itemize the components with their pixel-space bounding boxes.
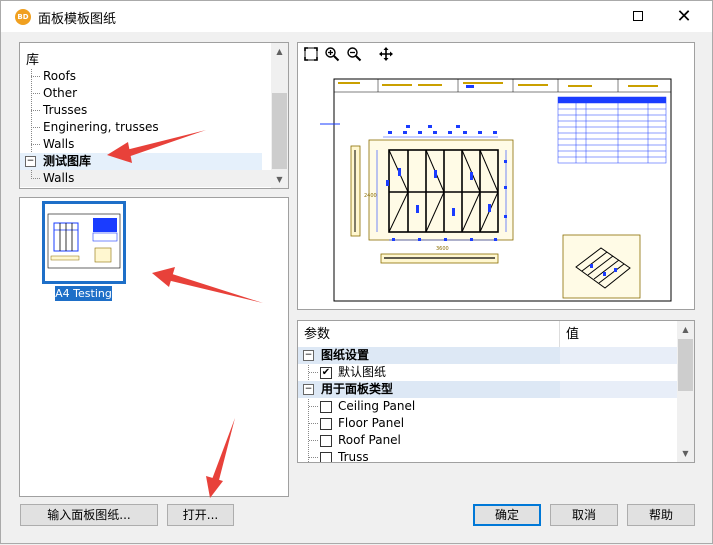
- scroll-up-icon[interactable]: ▲: [271, 43, 288, 60]
- tree-item-enginering-trusses[interactable]: Enginering, trusses: [20, 119, 272, 136]
- roof-panel-checkbox[interactable]: [320, 435, 332, 447]
- parameters-grid[interactable]: 参数 值 − 图纸设置 ✔ 默认图纸 − 用于面板类型 Ceiling Pane…: [297, 320, 695, 463]
- ok-button[interactable]: 确定: [473, 504, 541, 526]
- param-category-label: 用于面板类型: [321, 382, 394, 396]
- collapse-icon[interactable]: −: [25, 156, 36, 167]
- tree-branch: [31, 144, 40, 145]
- tree-item-label: Enginering, trusses: [43, 120, 159, 134]
- scroll-thumb[interactable]: [678, 339, 693, 391]
- tree-item-walls[interactable]: Walls: [20, 136, 272, 153]
- help-button[interactable]: 帮助: [627, 504, 695, 526]
- param-row-floor-panel[interactable]: Floor Panel: [298, 415, 678, 432]
- drawing-thumbnail-image: [47, 213, 121, 269]
- tree-branch: [31, 93, 40, 94]
- param-category-label: 图纸设置: [321, 348, 370, 362]
- title-bar: BD 面板模板图纸 ✕: [1, 1, 712, 32]
- import-drawing-button[interactable]: 输入面板图纸...: [20, 504, 158, 526]
- pan-icon[interactable]: [377, 46, 395, 64]
- tree-item-roofs[interactable]: Roofs: [20, 68, 272, 85]
- truss-checkbox[interactable]: [320, 452, 332, 462]
- param-row-default-sheet[interactable]: ✔ 默认图纸: [298, 364, 678, 381]
- tree-branch: [31, 127, 40, 128]
- tree-branch: [309, 423, 318, 424]
- template-thumbnail[interactable]: [42, 201, 126, 284]
- scroll-down-icon[interactable]: ▼: [677, 445, 694, 462]
- tree-item-label: Walls: [43, 171, 75, 185]
- param-row-ceiling-panel[interactable]: Ceiling Panel: [298, 398, 678, 415]
- value-column-header: 值: [560, 321, 678, 348]
- param-label: Truss: [338, 450, 369, 463]
- library-header: 库: [26, 53, 40, 68]
- tree-branch: [309, 457, 318, 458]
- scroll-up-icon[interactable]: ▲: [677, 321, 694, 338]
- tree-branch: [309, 372, 318, 373]
- zoom-out-icon[interactable]: [345, 46, 363, 64]
- tree-item-label: Other: [43, 86, 78, 100]
- param-label: Roof Panel: [338, 433, 401, 447]
- app-icon: BD: [15, 9, 31, 25]
- template-thumbnail-label[interactable]: A4 Testing: [55, 286, 112, 301]
- drawing-preview[interactable]: 2400 3600: [297, 42, 695, 310]
- library-scrollbar[interactable]: ▲ ▼: [271, 43, 288, 188]
- ceiling-panel-checkbox[interactable]: [320, 401, 332, 413]
- tree-item-other[interactable]: Other: [20, 85, 272, 102]
- maximize-icon: [633, 11, 643, 21]
- param-row-truss[interactable]: Truss: [298, 449, 678, 463]
- param-label: 默认图纸: [338, 365, 387, 379]
- scroll-thumb[interactable]: [272, 93, 287, 169]
- param-category-panel-types[interactable]: − 用于面板类型: [298, 381, 678, 398]
- param-label: Ceiling Panel: [338, 399, 416, 413]
- bottom-dimension-label: 3600: [436, 246, 449, 252]
- maximize-button[interactable]: [615, 1, 661, 32]
- params-scrollbar[interactable]: ▲ ▼: [677, 321, 694, 462]
- cancel-button[interactable]: 取消: [550, 504, 618, 526]
- param-label: Floor Panel: [338, 416, 405, 430]
- tree-item-walls-child[interactable]: Walls: [20, 170, 272, 187]
- fit-icon[interactable]: [302, 46, 320, 64]
- template-drawings-window: BD 面板模板图纸 ✕ 库 Roofs Other Trusses Engine…: [0, 0, 713, 544]
- tree-item-trusses[interactable]: Trusses: [20, 102, 272, 119]
- tree-branch: [31, 178, 40, 179]
- zoom-in-icon[interactable]: [323, 46, 341, 64]
- template-thumbnails[interactable]: A4 Testing: [19, 197, 289, 497]
- left-dimension-label: 2400: [364, 193, 377, 199]
- tree-item-label: Trusses: [43, 103, 88, 117]
- open-button[interactable]: 打开...: [167, 504, 234, 526]
- collapse-icon[interactable]: −: [303, 350, 314, 361]
- param-column-header: 参数: [298, 321, 560, 348]
- tree-branch: [31, 110, 40, 111]
- tree-item-label: Walls: [43, 137, 75, 151]
- param-row-roof-panel[interactable]: Roof Panel: [298, 432, 678, 449]
- library-tree[interactable]: 库 Roofs Other Trusses Enginering, trusse…: [19, 42, 289, 189]
- drawing-sheet: 2400 3600: [320, 78, 672, 302]
- tree-item-test-library[interactable]: − 测试图库: [20, 153, 262, 170]
- tree-item-label: Roofs: [43, 69, 76, 83]
- tree-branch: [31, 76, 40, 77]
- collapse-icon[interactable]: −: [303, 384, 314, 395]
- tree-branch: [309, 440, 318, 441]
- param-category-sheet-settings[interactable]: − 图纸设置: [298, 347, 678, 364]
- close-button[interactable]: ✕: [661, 1, 707, 32]
- window-title: 面板模板图纸: [38, 12, 117, 27]
- scroll-down-icon[interactable]: ▼: [271, 171, 288, 188]
- floor-panel-checkbox[interactable]: [320, 418, 332, 430]
- tree-item-label: 测试图库: [43, 154, 92, 168]
- tree-branch: [309, 406, 318, 407]
- default-sheet-checkbox[interactable]: ✔: [320, 367, 332, 379]
